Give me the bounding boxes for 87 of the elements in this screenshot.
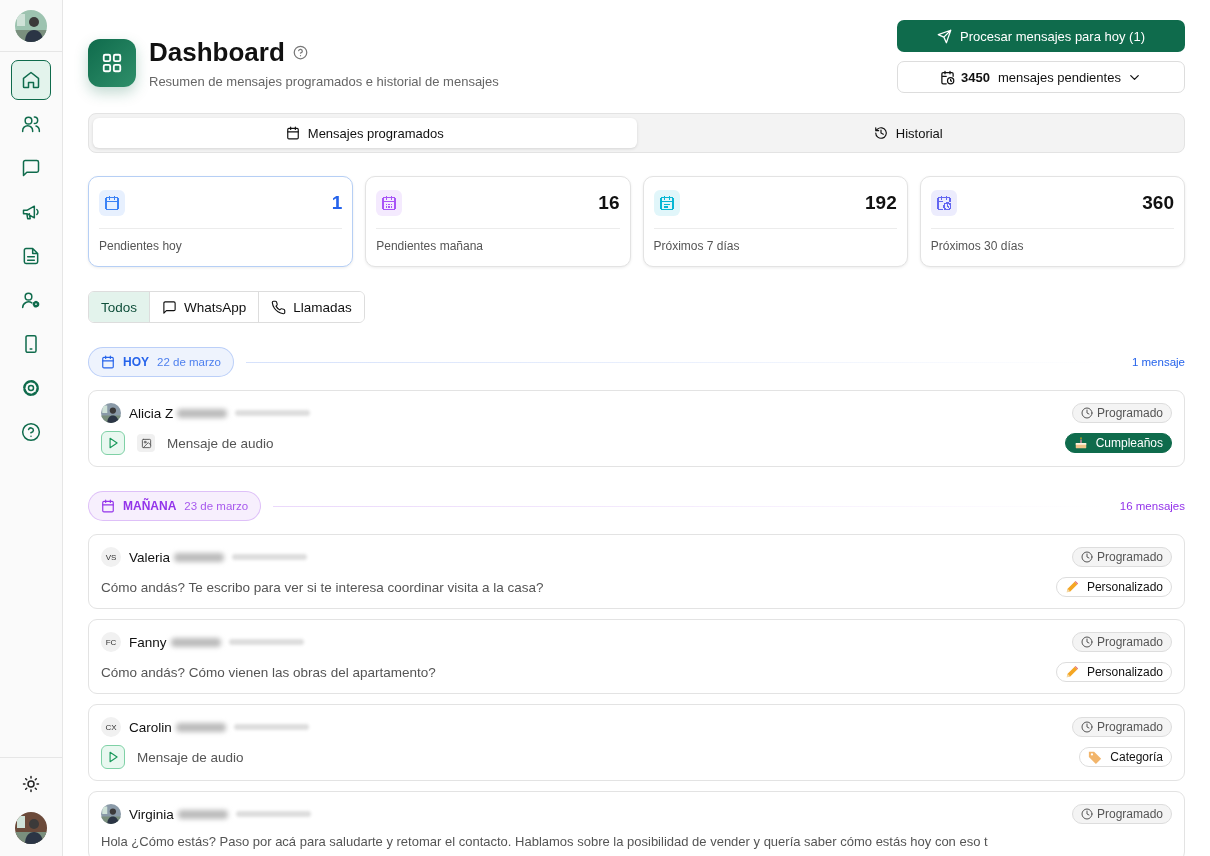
avatar-initials: CX [101,717,121,737]
nav-item[interactable] [11,60,51,100]
pencil-icon [1064,580,1079,594]
contact-name: Carolin [129,719,172,735]
megaphone-icon [21,202,41,222]
send-icon [937,28,952,44]
clock-icon [1080,808,1093,820]
tag-icon [1088,750,1103,764]
stat-value: 16 [598,192,620,214]
chat-icon [162,299,178,315]
play-icon [106,436,120,450]
stat-label: Pendientes mañana [376,239,484,253]
clock-icon [1080,551,1093,563]
play-button[interactable] [101,745,125,769]
blurred-text [175,722,226,732]
stat-card[interactable]: 16 Pendientes mañana [365,176,631,267]
calendar-icon [101,499,115,513]
day-badge: MAÑANA 23 de marzo [88,491,262,521]
page-title: Dashboard [149,36,285,68]
chat-icon [21,158,41,178]
message-count: 1 mensaje [1131,356,1185,368]
calendar-clock-icon [940,69,956,85]
message-count: 16 mensajes [1119,500,1185,512]
blurred-text [170,637,221,647]
calendar-icon [101,355,115,369]
clock-icon [1080,636,1093,648]
day-badge: HOY 22 de marzo [88,347,234,377]
status-badge: Programado [1071,717,1172,737]
process-button[interactable]: Procesar mensajes para hoy (1) [897,20,1185,52]
contact-name: Virginia [129,806,174,822]
filter-tab[interactable]: Todos [89,292,151,322]
document-icon [21,246,41,266]
blurred-text [177,408,228,418]
calendar-icon [285,126,300,140]
tab[interactable]: Historial [636,118,1180,148]
message-text: Hola ¿Cómo estás? Paso por acá para saludarte y retomar el contacto. Hablamos sobre la posibilidad de vender y quería saber cómo estás hoy con eso t [101,834,988,849]
contact-name: Fanny [129,634,167,650]
message-text: Cómo andás? Cómo vienen las obras del apartamento? [101,664,436,680]
category-tag: Categoría [1079,747,1172,767]
status-badge: Programado [1071,547,1172,567]
stat-card[interactable]: 360 Próximos 30 días [919,176,1185,267]
message-card[interactable]: CX Carolin Programado Mensaje de audio Categoría [88,704,1185,781]
status-badge: Programado [1071,632,1172,652]
avatar-initials: VS [101,547,121,567]
tab[interactable]: Mensajes programados [93,118,637,148]
clock-icon [1080,721,1093,733]
play-icon [106,750,120,764]
stat-value: 1 [331,192,343,214]
user-gear-icon [21,290,41,310]
stat-card[interactable]: 192 Próximos 7 días [642,176,908,267]
message-text: Mensaje de audio [137,749,244,765]
status-badge: Programado [1071,403,1172,423]
blurred-text [177,809,228,819]
stat-label: Próximos 30 días [930,239,1025,253]
message-text: Mensaje de audio [167,435,274,451]
pending-dropdown[interactable]: 3450 mensajes pendientes [897,61,1185,93]
message-card[interactable]: FC Fanny Programado Cómo andás? Cómo vienen las obras del apartamento? Personalizado [88,619,1185,694]
page-subtitle: Resumen de mensajes programados e historial de mensajes [149,73,499,89]
message-card[interactable]: Alicia Z Programado Mensaje de audio Cumpleaños [88,390,1185,467]
stat-value: 192 [865,192,897,214]
stat-label: Próximos 7 días [653,239,741,253]
cake-icon [1073,436,1088,450]
message-card[interactable]: Virginia Programado Hola ¿Cómo estás? Paso por acá para saludarte y retomar el contacto. Hablamos sobre la posibilidad de vender y quería saber cómo estás hoy con eso t [88,791,1185,856]
stat-value: 360 [1142,192,1174,214]
blurred-text [174,552,225,562]
dashboard-icon [101,51,123,74]
help-icon [292,44,308,60]
home-icon [21,70,41,90]
category-tag: Personalizado [1055,662,1172,682]
category-tag: Personalizado [1055,577,1172,597]
status-badge: Programado [1071,804,1172,824]
stat-card[interactable]: 1 Pendientes hoy [88,176,354,267]
contact-name: Valeria [129,549,171,565]
avatar-initials: FC [101,632,121,652]
contact-name: Alicia Z [129,405,174,421]
message-card[interactable]: VS Valeria Programado Cómo andás? Te escribo para ver si te interesa coordinar visita a la casa? Personalizado [88,534,1185,609]
help-icon [21,422,41,442]
message-text: Cómo andás? Te escribo para ver si te interesa coordinar visita a la casa? [101,579,544,595]
phone-icon [271,299,287,315]
category-tag: Cumpleaños [1064,433,1172,453]
stat-label: Pendientes hoy [99,239,183,253]
pencil-icon [1064,665,1079,679]
history-icon [873,126,888,140]
sun-icon [22,775,40,793]
users-icon [21,114,41,134]
play-button[interactable] [101,431,125,455]
clock-icon [1080,407,1093,419]
